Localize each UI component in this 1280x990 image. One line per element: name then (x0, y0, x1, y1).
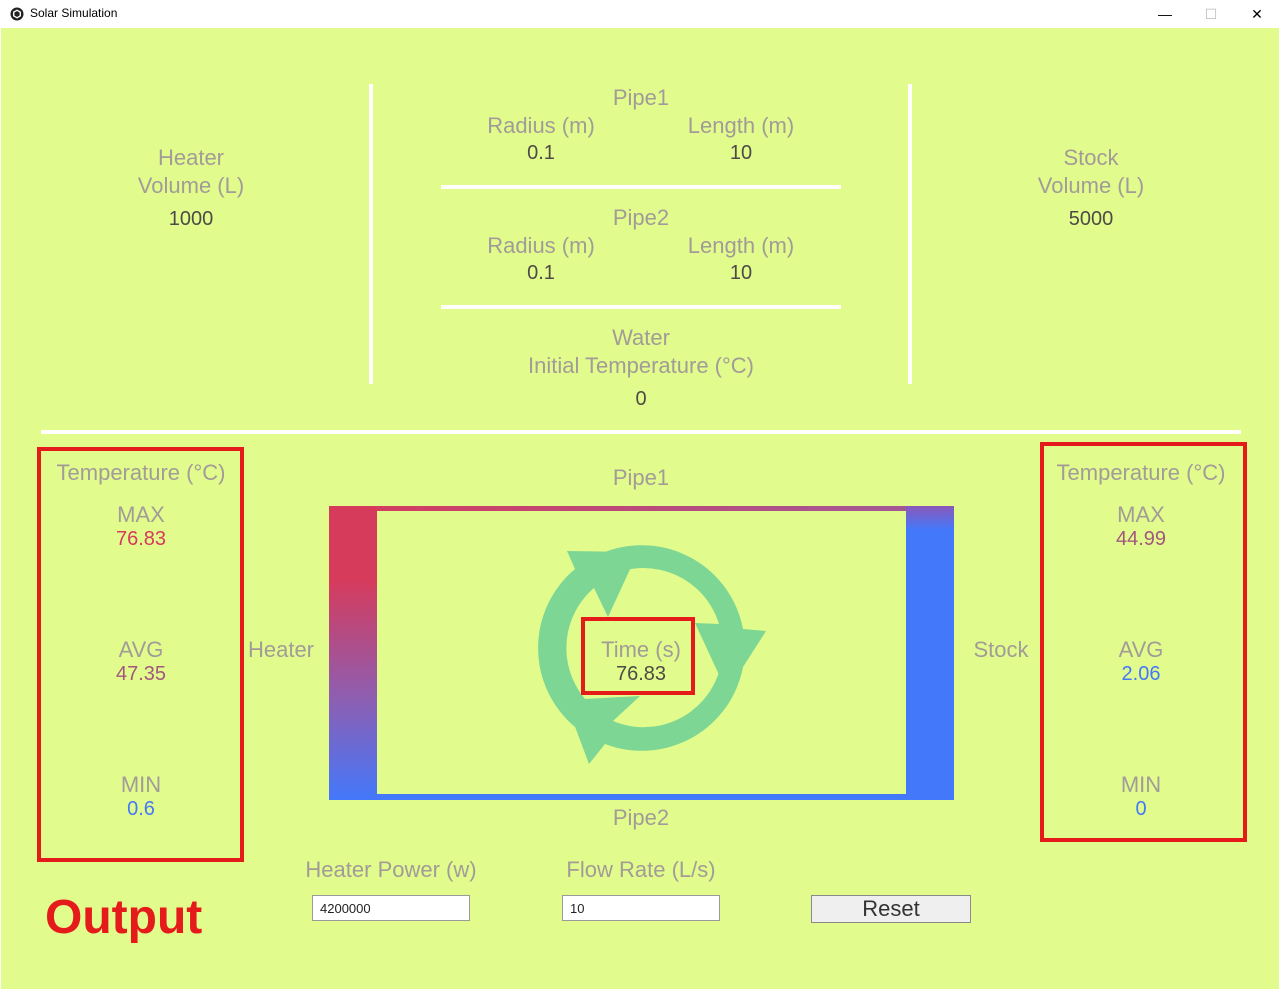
pipe2-segment (329, 794, 954, 800)
heater-power-input[interactable] (312, 895, 470, 921)
flow-rate-input[interactable] (562, 895, 720, 921)
stock-avg-label: AVG (1118, 637, 1164, 662)
stock-max-label: MAX (1117, 502, 1165, 527)
heater-label-line2: Volume (L) (137, 173, 245, 198)
pipe1-diagram-label: Pipe1 (612, 465, 670, 490)
stock-min-label: MIN (1120, 772, 1162, 797)
pipe2-length-label: Length (m) (687, 233, 795, 258)
pipe1-length-value[interactable]: 10 (641, 141, 841, 165)
stock-diagram-label: Stock (973, 637, 1029, 662)
pipe2-diagram-label: Pipe2 (612, 805, 670, 830)
pipe2-length-value[interactable]: 10 (641, 261, 841, 285)
heater-avg-label: AVG (118, 637, 164, 662)
stock-label-line1: Stock (1063, 145, 1119, 170)
maximize-button[interactable]: ☐ (1188, 0, 1234, 28)
time-value: 76.83 (615, 663, 667, 685)
heater-temp-title: Temperature (°C) (56, 460, 226, 485)
heater-volume-label: Heater Volume (L) (91, 144, 291, 200)
heater-tank (329, 506, 377, 800)
heater-power-label: Heater Power (w) (305, 857, 477, 882)
water-temp-label: Water Initial Temperature (°C) (441, 324, 841, 380)
heater-min-label: MIN (120, 772, 162, 797)
pipe-divider-2 (441, 305, 841, 309)
water-label-line1: Water (612, 325, 670, 350)
time-label: Time (s) (601, 637, 681, 662)
close-button[interactable]: ✕ (1234, 0, 1280, 28)
title-bar: Solar Simulation — ☐ ✕ (0, 0, 1280, 28)
pipe1-segment (329, 506, 954, 511)
simulation-canvas: Heater Volume (L) 1000 Pipe1 Radius (m) … (1, 28, 1279, 989)
stock-volume-label: Stock Volume (L) (991, 144, 1191, 200)
heater-volume-value[interactable]: 1000 (91, 207, 291, 231)
pipe1-radius-value[interactable]: 0.1 (441, 141, 641, 165)
water-label-line2: Initial Temperature (°C) (527, 353, 755, 378)
heater-max-value: 76.83 (115, 528, 167, 550)
stock-avg-value: 2.06 (1121, 663, 1161, 685)
heater-label-line1: Heater (157, 145, 225, 170)
heater-avg-value: 47.35 (115, 663, 167, 685)
divider-left (369, 84, 373, 384)
stock-max-value: 44.99 (1115, 528, 1167, 550)
pipe-divider-1 (441, 185, 841, 189)
heater-diagram-label: Heater (247, 637, 315, 662)
pipe2-radius-label: Radius (m) (487, 233, 595, 258)
unity-app-icon (10, 7, 24, 21)
pipe1-length-label: Length (m) (687, 113, 795, 138)
water-initial-temp-value[interactable]: 0 (541, 387, 741, 411)
heater-max-label: MAX (117, 502, 165, 527)
window-title: Solar Simulation (30, 6, 118, 20)
heater-min-value: 0.6 (127, 798, 155, 820)
section-divider (41, 430, 1241, 434)
minimize-button[interactable]: — (1142, 0, 1188, 28)
stock-volume-value[interactable]: 5000 (991, 207, 1191, 231)
flow-rate-label: Flow Rate (L/s) (566, 857, 716, 882)
stock-label-line2: Volume (L) (1037, 173, 1145, 198)
pipe2-radius-value[interactable]: 0.1 (441, 261, 641, 285)
stock-temp-title: Temperature (°C) (1056, 460, 1226, 485)
stock-min-value: 0 (1135, 798, 1147, 820)
pipe1-radius-label: Radius (m) (487, 113, 595, 138)
divider-right (908, 84, 912, 384)
pipe2-config-title: Pipe2 (612, 205, 670, 230)
pipe1-config-title: Pipe1 (612, 85, 670, 110)
output-annotation: Output (45, 891, 203, 944)
reset-button[interactable]: Reset (811, 895, 971, 923)
stock-tank (906, 506, 954, 800)
